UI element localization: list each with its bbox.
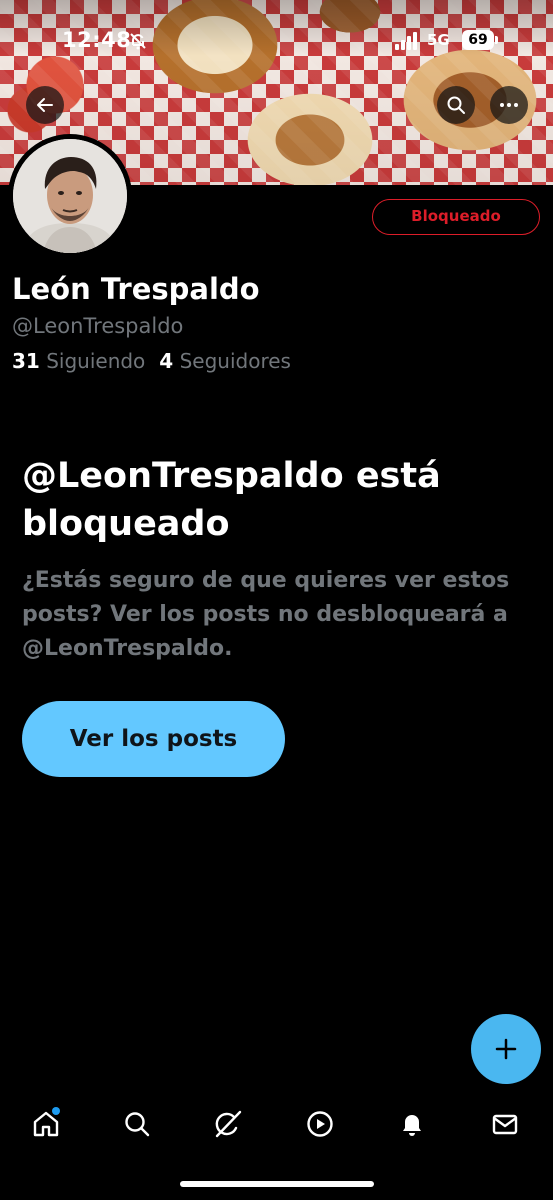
- compose-post-button[interactable]: [471, 1014, 541, 1084]
- nav-messages[interactable]: [490, 1109, 520, 1139]
- more-icon: [500, 103, 518, 107]
- back-button[interactable]: [26, 86, 64, 124]
- blocked-description: ¿Estás seguro de que quieres ver estos p…: [22, 568, 510, 661]
- home-indicator: [180, 1181, 374, 1187]
- user-handle: @LeonTrespaldo: [12, 314, 184, 338]
- follow-stats: 31 Siguiendo 4 Seguidores: [12, 349, 291, 373]
- blocked-title: @LeonTrespaldo está bloqueado: [22, 456, 441, 544]
- back-arrow-icon: [37, 98, 53, 112]
- avatar-portrait-icon: [13, 139, 127, 253]
- video-icon: [307, 1111, 333, 1137]
- avatar-photo: [13, 139, 127, 253]
- bell-icon: [403, 1115, 421, 1136]
- grok-icon: [215, 1110, 242, 1138]
- signal-icon: [395, 32, 417, 50]
- avatar[interactable]: [8, 134, 132, 258]
- plus-icon: [495, 1038, 517, 1060]
- followers-link[interactable]: 4 Seguidores: [159, 349, 291, 373]
- followers-count: 4: [159, 349, 174, 373]
- profile-search-button[interactable]: [437, 86, 475, 124]
- view-posts-button[interactable]: Ver los posts: [22, 701, 285, 777]
- search-icon: [125, 1112, 150, 1137]
- display-name: León Trespaldo: [12, 272, 260, 306]
- bottom-navigation: [0, 1095, 553, 1200]
- following-link[interactable]: 31 Siguiendo: [12, 349, 145, 373]
- network-label: 5G: [427, 31, 450, 49]
- blocked-button[interactable]: Bloqueado: [372, 199, 540, 235]
- notification-dot: [52, 1107, 60, 1115]
- nav-video[interactable]: [305, 1109, 335, 1139]
- status-time: 12:48: [62, 28, 132, 52]
- nav-search[interactable]: [122, 1109, 152, 1139]
- following-count: 31: [12, 349, 40, 373]
- mail-icon: [492, 1114, 518, 1135]
- more-options-button[interactable]: [490, 86, 528, 124]
- nav-notifications[interactable]: [397, 1109, 427, 1139]
- search-icon: [447, 96, 465, 114]
- nav-grok[interactable]: [213, 1109, 243, 1139]
- followers-label: Seguidores: [179, 349, 291, 373]
- battery-indicator: 69: [462, 30, 498, 50]
- following-label: Siguiendo: [46, 349, 146, 373]
- bell-slash-icon: [130, 33, 146, 50]
